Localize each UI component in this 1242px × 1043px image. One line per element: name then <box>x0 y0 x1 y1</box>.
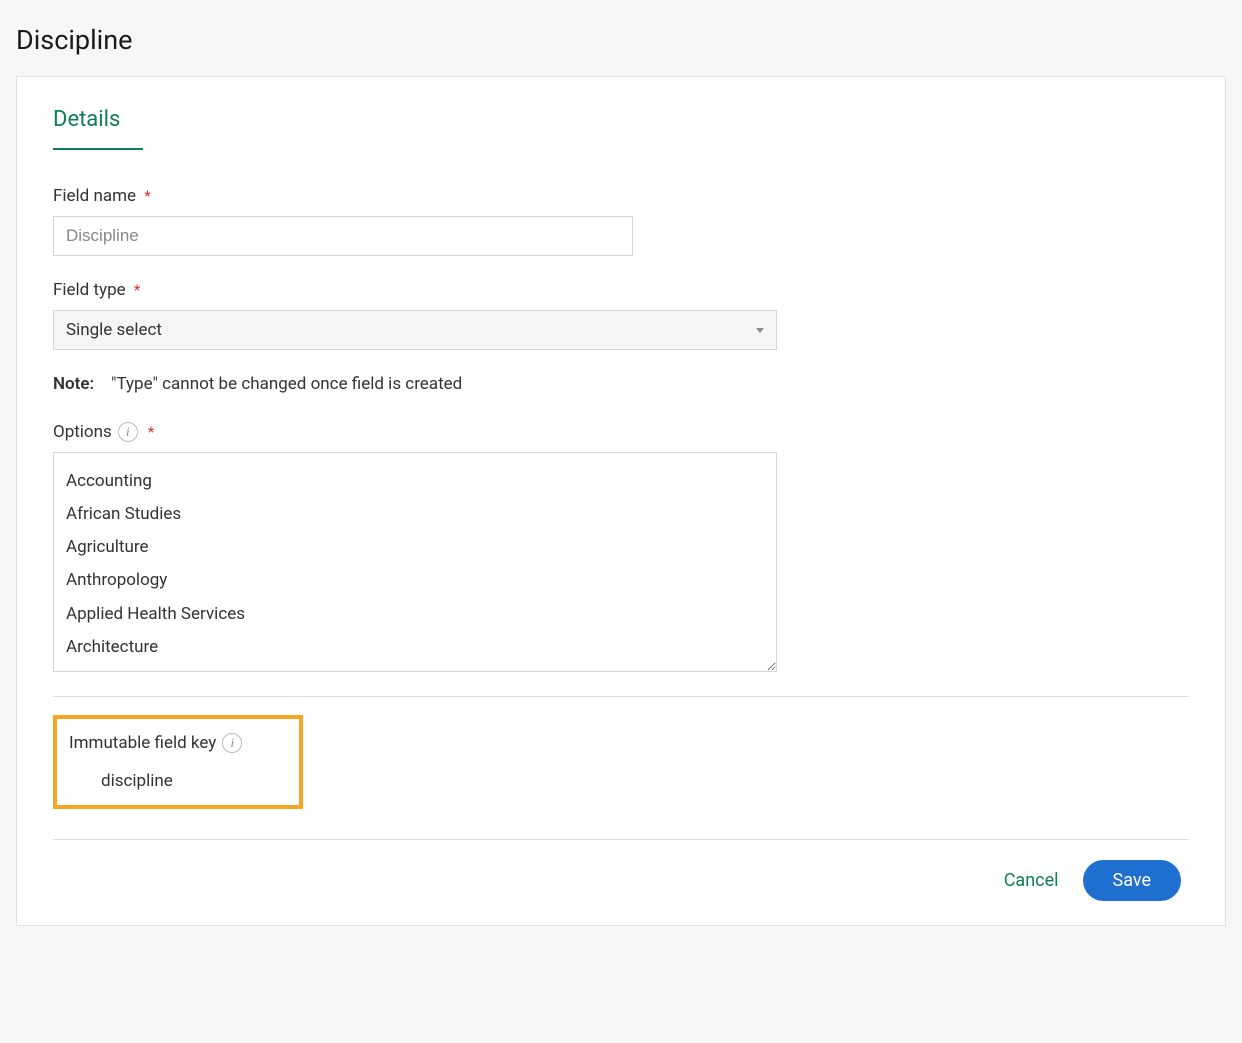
info-icon[interactable]: i <box>118 422 138 442</box>
note-text: "Type" cannot be changed once field is c… <box>111 374 462 394</box>
field-name-group: Field name * <box>53 186 1189 256</box>
immutable-label: Immutable field key <box>69 733 216 753</box>
details-panel: Details Field name * Field type * Single… <box>16 76 1226 926</box>
chevron-down-icon <box>756 328 764 333</box>
tab-details[interactable]: Details <box>53 107 143 150</box>
footer-actions: Cancel Save <box>53 860 1189 901</box>
field-name-label: Field name * <box>53 186 1189 206</box>
info-icon[interactable]: i <box>222 733 242 753</box>
note-bold: Note: <box>53 374 94 394</box>
field-type-value: Single select <box>66 320 162 340</box>
required-indicator: * <box>144 187 150 205</box>
options-group: Options i * <box>53 422 1189 672</box>
type-note: Note: "Type" cannot be changed once fiel… <box>53 374 1189 394</box>
field-type-select[interactable]: Single select <box>53 310 777 350</box>
options-textarea[interactable] <box>53 452 777 672</box>
tab-header: Details <box>53 107 1189 150</box>
divider <box>53 696 1189 697</box>
page-title: Discipline <box>16 24 1226 56</box>
required-indicator: * <box>148 423 154 441</box>
save-button[interactable]: Save <box>1083 860 1182 901</box>
required-indicator: * <box>134 281 140 299</box>
cancel-button[interactable]: Cancel <box>1004 870 1059 891</box>
options-label: Options <box>53 422 112 442</box>
field-name-label-text: Field name <box>53 186 136 206</box>
immutable-value: discipline <box>69 771 287 791</box>
field-type-label: Field type * <box>53 280 1189 300</box>
footer-divider <box>53 839 1189 840</box>
field-type-label-text: Field type <box>53 280 126 300</box>
field-name-input[interactable] <box>53 216 633 256</box>
field-type-group: Field type * Single select <box>53 280 1189 350</box>
immutable-field-key-box: Immutable field key i discipline <box>53 715 303 809</box>
